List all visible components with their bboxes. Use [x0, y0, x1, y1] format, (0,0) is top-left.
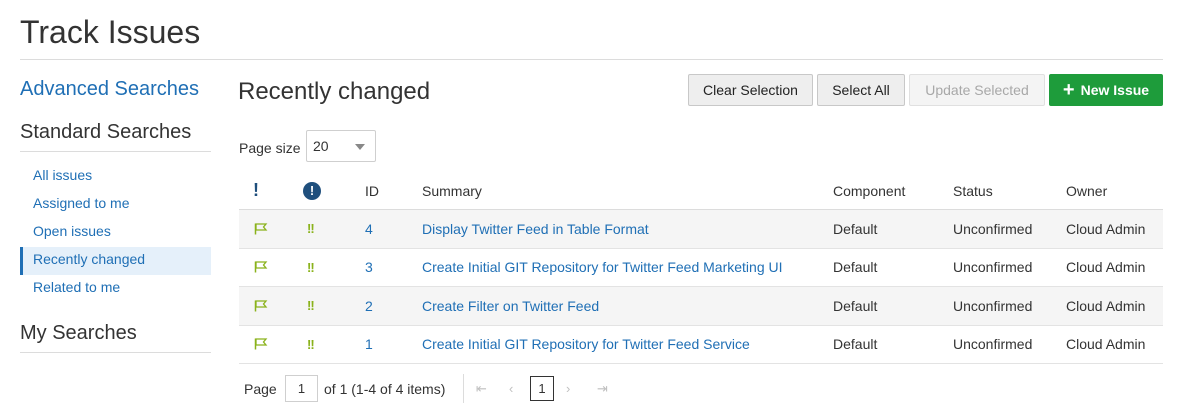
priority-icon: !! — [307, 336, 315, 352]
issue-owner: Cloud Admin — [1066, 259, 1146, 276]
flag-column-header[interactable]: ! — [253, 172, 259, 209]
sidebar-item-related-to-me[interactable]: Related to me — [20, 275, 211, 303]
priority-icon: !! — [307, 221, 315, 237]
flag-icon — [254, 287, 268, 325]
table-header-row: ! ! ID Summary Component Status Owner — [239, 172, 1163, 210]
sidebar-item-assigned-to-me[interactable]: Assigned to me — [20, 191, 211, 219]
issues-table: ! ! ID Summary Component Status Owner !!… — [239, 172, 1163, 364]
page-size-select[interactable]: 20 — [306, 130, 376, 162]
column-header-status[interactable]: Status — [953, 172, 993, 209]
previous-page-icon[interactable]: ‹ — [509, 381, 513, 396]
priority-icon: !! — [307, 298, 315, 314]
update-selected-button[interactable]: Update Selected — [909, 74, 1045, 106]
select-all-button[interactable]: Select All — [817, 74, 905, 106]
issue-status: Unconfirmed — [953, 297, 1033, 314]
issue-owner: Cloud Admin — [1066, 336, 1146, 353]
column-header-owner[interactable]: Owner — [1066, 172, 1107, 209]
issue-status: Unconfirmed — [953, 336, 1033, 353]
issue-owner: Cloud Admin — [1066, 297, 1146, 314]
pager-page-label: Page — [244, 381, 277, 397]
issue-id-link[interactable]: 1 — [365, 326, 373, 364]
issue-summary-link[interactable]: Create Initial GIT Repository for Twitte… — [422, 326, 750, 364]
alert-circle-icon: ! — [303, 181, 321, 200]
standard-searches-divider — [20, 151, 211, 152]
main-title: Recently changed — [238, 78, 431, 105]
table-row[interactable]: !! 3 Create Initial GIT Repository for T… — [239, 249, 1163, 287]
pager-page-input[interactable]: 1 — [285, 375, 318, 402]
flag-icon — [254, 326, 268, 364]
issue-summary-link[interactable]: Display Twitter Feed in Table Format — [422, 210, 649, 248]
issue-component: Default — [833, 336, 878, 353]
issue-component: Default — [833, 220, 878, 237]
sidebar-item-all-issues[interactable]: All issues — [20, 163, 211, 191]
issue-component: Default — [833, 297, 878, 314]
plus-icon: + — [1062, 79, 1075, 101]
flag-icon — [254, 249, 268, 287]
issue-id-link[interactable]: 4 — [365, 210, 373, 248]
issue-component: Default — [833, 259, 878, 276]
sidebar-item-open-issues[interactable]: Open issues — [20, 219, 211, 247]
next-page-icon[interactable]: › — [566, 381, 570, 396]
sidebar-item-recently-changed[interactable]: Recently changed — [20, 247, 211, 275]
priority-column-header[interactable]: ! — [303, 172, 321, 209]
advanced-searches-link[interactable]: Advanced Searches — [20, 78, 199, 101]
last-page-icon[interactable]: ⇥ — [597, 381, 608, 397]
first-page-icon[interactable]: ⇤ — [476, 381, 487, 397]
column-header-summary[interactable]: Summary — [422, 172, 482, 209]
standard-searches-heading: Standard Searches — [20, 121, 192, 143]
table-row[interactable]: !! 4 Display Twitter Feed in Table Forma… — [239, 210, 1163, 249]
page-size-label: Page size — [239, 140, 301, 156]
table-row[interactable]: !! 1 Create Initial GIT Repository for T… — [239, 326, 1163, 364]
issue-summary-link[interactable]: Create Filter on Twitter Feed — [422, 287, 599, 325]
my-searches-divider — [20, 352, 211, 353]
page-size-value: 20 — [313, 138, 329, 154]
pager-divider — [463, 374, 464, 403]
column-header-id[interactable]: ID — [365, 172, 379, 209]
my-searches-heading: My Searches — [20, 322, 137, 344]
clear-selection-button[interactable]: Clear Selection — [688, 74, 813, 106]
new-issue-label: New Issue — [1080, 82, 1150, 98]
page-title: Track Issues — [20, 14, 201, 50]
exclamation-icon: ! — [253, 180, 259, 200]
issue-owner: Cloud Admin — [1066, 220, 1146, 237]
flag-icon — [254, 210, 268, 248]
pager-summary: of 1 (1-4 of 4 items) — [324, 381, 446, 397]
standard-searches-list: All issues Assigned to me Open issues Re… — [20, 163, 211, 303]
pager-current-page[interactable]: 1 — [530, 376, 554, 401]
issue-status: Unconfirmed — [953, 259, 1033, 276]
new-issue-button[interactable]: + New Issue — [1049, 74, 1163, 106]
priority-icon: !! — [307, 259, 315, 275]
chevron-down-icon — [355, 144, 365, 150]
issue-summary-link[interactable]: Create Initial GIT Repository for Twitte… — [422, 249, 783, 287]
issue-status: Unconfirmed — [953, 220, 1033, 237]
issue-id-link[interactable]: 2 — [365, 287, 373, 325]
column-header-component[interactable]: Component — [833, 172, 905, 209]
table-row[interactable]: !! 2 Create Filter on Twitter Feed Defau… — [239, 287, 1163, 326]
issue-id-link[interactable]: 3 — [365, 249, 373, 287]
title-divider — [20, 59, 1163, 60]
